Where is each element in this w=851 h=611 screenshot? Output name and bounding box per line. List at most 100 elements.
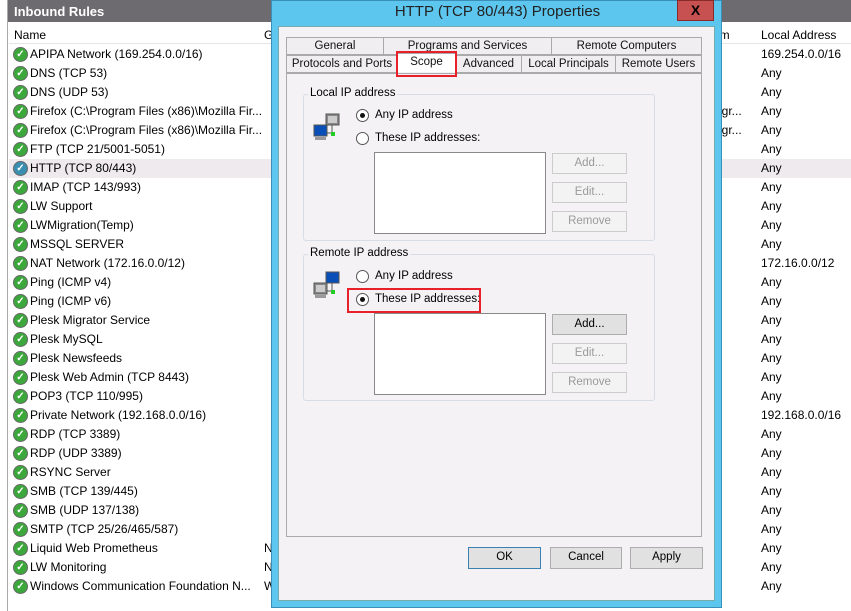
rule-local-address: Any [761,123,782,137]
rule-name: RSYNC Server [30,465,111,479]
rule-local-address: Any [761,275,782,289]
rule-local-address: Any [761,579,782,593]
rule-name: SMB (UDP 137/138) [30,503,140,517]
rule-name: HTTP (TCP 80/443) [30,161,137,175]
rule-local-address: Any [761,446,782,460]
local-add-button[interactable]: Add... [552,153,627,174]
rule-local-address: Any [761,427,782,441]
properties-dialog: HTTP (TCP 80/443) Properties X General P… [271,0,722,608]
rule-name: Private Network (192.168.0.0/16) [30,408,207,422]
rule-local-address: Any [761,332,782,346]
enabled-check-icon: ✓ [13,85,28,100]
rule-name: RDP (TCP 3389) [30,427,121,441]
remote-remove-button[interactable]: Remove [552,372,627,393]
rule-local-address: Any [761,465,782,479]
rule-local-address: Any [761,503,782,517]
rule-local-address: 172.16.0.0/12 [761,256,835,270]
enabled-check-icon: ✓ [13,389,28,404]
enabled-check-icon: ✓ [13,427,28,442]
local-these-ip-label[interactable]: These IP addresses: [375,132,480,144]
enabled-check-icon: ✓ [13,161,28,176]
enabled-check-icon: ✓ [13,294,28,309]
rule-name: Plesk Newsfeeds [30,351,123,365]
remote-any-ip-radio[interactable] [356,270,369,283]
enabled-check-icon: ✓ [13,180,28,195]
rule-local-address: Any [761,142,782,156]
enabled-check-icon: ✓ [13,332,28,347]
network-computers-icon [313,271,340,298]
column-local-address[interactable]: Local Address [761,28,836,42]
rule-local-address: Any [761,313,782,327]
enabled-check-icon: ✓ [13,484,28,499]
remote-ip-list[interactable] [374,313,546,395]
rule-local-address: Any [761,522,782,536]
rule-name: Windows Communication Foundation N... [30,579,251,593]
enabled-check-icon: ✓ [13,446,28,461]
enabled-check-icon: ✓ [13,256,28,271]
rule-local-address: Any [761,104,782,118]
rule-local-address: Any [761,180,782,194]
tab-advanced[interactable]: Advanced [455,55,522,73]
highlight-box-scope-tab [396,51,457,77]
highlight-box-remote-these [347,288,481,313]
rule-local-address: Any [761,218,782,232]
rule-local-address: Any [761,484,782,498]
enabled-check-icon: ✓ [13,465,28,480]
enabled-check-icon: ✓ [13,560,28,575]
rule-name: DNS (TCP 53) [30,66,108,80]
column-name[interactable]: Name [14,28,46,42]
rule-name: LWMigration(Temp) [30,218,134,232]
rule-name: Plesk Web Admin (TCP 8443) [30,370,189,384]
rule-name: Plesk Migrator Service [30,313,151,327]
dialog-title: HTTP (TCP 80/443) Properties [394,3,601,20]
rule-local-address: Any [761,161,782,175]
tab-general[interactable]: General [286,37,384,55]
enabled-check-icon: ✓ [13,199,28,214]
apply-button[interactable]: Apply [630,547,703,569]
rule-name: SMB (TCP 139/445) [30,484,138,498]
tab-protocols-and-ports[interactable]: Protocols and Ports [286,55,398,73]
enabled-check-icon: ✓ [13,66,28,81]
remote-add-button[interactable]: Add... [552,314,627,335]
enabled-check-icon: ✓ [13,503,28,518]
local-any-ip-radio[interactable] [356,109,369,122]
rule-name: Firefox (C:\Program Files (x86)\Mozilla … [30,104,263,118]
remote-edit-button[interactable]: Edit... [552,343,627,364]
local-any-ip-label[interactable]: Any IP address [375,109,453,121]
rule-local-address: Any [761,85,782,99]
rule-name: RDP (UDP 3389) [30,446,122,460]
remote-ip-label: Remote IP address [308,247,411,259]
enabled-check-icon: ✓ [13,123,28,138]
cancel-button[interactable]: Cancel [550,547,622,569]
rule-name: Ping (ICMP v4) [30,275,112,289]
enabled-check-icon: ✓ [13,47,28,62]
rule-name: APIPA Network (169.254.0.0/16) [30,47,203,61]
enabled-check-icon: ✓ [13,408,28,423]
rule-name: POP3 (TCP 110/995) [30,389,143,403]
local-remove-button[interactable]: Remove [552,211,627,232]
local-these-ip-radio[interactable] [356,132,369,145]
enabled-check-icon: ✓ [13,218,28,233]
remote-any-ip-label[interactable]: Any IP address [375,270,453,282]
tab-remote-users[interactable]: Remote Users [615,55,702,73]
rule-local-address: 169.254.0.0/16 [761,47,842,61]
rule-name: IMAP (TCP 143/993) [30,180,141,194]
close-button[interactable]: X [677,0,714,21]
tab-remote-computers[interactable]: Remote Computers [551,37,702,55]
enabled-check-icon: ✓ [13,522,28,537]
enabled-check-icon: ✓ [13,313,28,328]
rule-name: Ping (ICMP v6) [30,294,112,308]
rule-name: LW Monitoring [30,560,107,574]
rule-name: NAT Network (172.16.0.0/12) [30,256,185,270]
ok-button[interactable]: OK [468,547,541,569]
enabled-check-icon: ✓ [13,579,28,594]
enabled-check-icon: ✓ [13,370,28,385]
rule-name: FTP (TCP 21/5001-5051) [30,142,165,156]
dialog-body: General Programs and Services Remote Com… [278,26,715,601]
tab-local-principals[interactable]: Local Principals [521,55,616,73]
rule-name: LW Support [30,199,93,213]
rule-local-address: Any [761,66,782,80]
local-ip-list[interactable] [374,152,546,234]
rule-name: Liquid Web Prometheus [30,541,158,555]
local-edit-button[interactable]: Edit... [552,182,627,203]
